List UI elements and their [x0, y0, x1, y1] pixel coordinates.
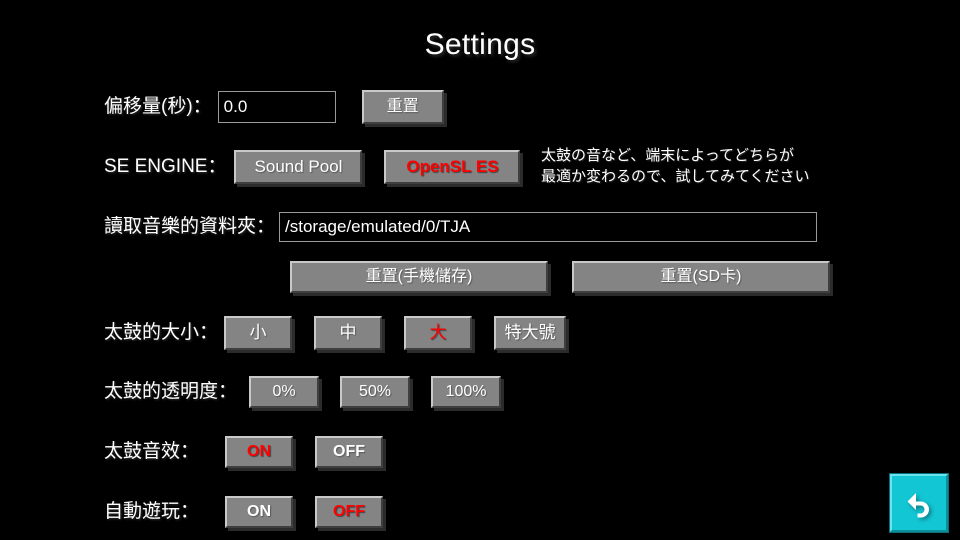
se-engine-option-sound-pool[interactable]: Sound Pool — [234, 150, 363, 184]
auto-play-label: 自動遊玩： — [104, 501, 200, 522]
drum-opacity-option-50[interactable]: 50% — [340, 376, 411, 408]
back-arrow-icon — [902, 486, 936, 520]
drum-size-option-large[interactable]: 大 — [404, 316, 473, 350]
row-drum-opacity: 太鼓的透明度： 0% 50% 100% — [104, 376, 502, 408]
row-se-engine: SE ENGINE： Sound Pool OpenSL ES — [104, 150, 521, 184]
music-folder-input[interactable] — [279, 212, 818, 242]
back-button[interactable] — [890, 474, 948, 532]
se-engine-hint-line2: 最適か変わるので、試してみてください — [541, 168, 810, 185]
reset-internal-storage-button[interactable]: 重置(手機儲存) — [290, 261, 548, 293]
row-music-folder: 讀取音樂的資料夾： — [104, 212, 818, 242]
row-offset: 偏移量(秒)： 重置 — [104, 90, 444, 124]
row-folder-reset: 重置(手機儲存) 重置(SD卡) — [290, 261, 830, 293]
drum-opacity-option-0[interactable]: 0% — [249, 376, 320, 408]
offset-label: 偏移量(秒)： — [104, 96, 212, 117]
drum-opacity-label: 太鼓的透明度： — [104, 381, 238, 402]
page-title: Settings — [424, 28, 536, 61]
drum-size-option-extra-large[interactable]: 特大號 — [494, 316, 567, 350]
drum-size-option-medium[interactable]: 中 — [314, 316, 383, 350]
drum-opacity-option-100[interactable]: 100% — [431, 376, 502, 408]
row-drum-size: 太鼓的大小： 小 中 大 特大號 — [104, 316, 567, 350]
drum-size-option-small[interactable]: 小 — [224, 316, 293, 350]
reset-sd-card-button[interactable]: 重置(SD卡) — [572, 261, 830, 293]
auto-play-option-off[interactable]: OFF — [315, 496, 384, 528]
music-folder-label: 讀取音樂的資料夾： — [104, 216, 276, 237]
row-drum-sound: 太鼓音效： ON OFF — [104, 436, 384, 468]
auto-play-option-on[interactable]: ON — [225, 496, 294, 528]
drum-size-label: 太鼓的大小： — [104, 322, 219, 343]
settings-screen: Settings 偏移量(秒)： 重置 SE ENGINE： Sound Poo… — [0, 0, 960, 540]
drum-sound-label: 太鼓音效： — [104, 441, 200, 462]
se-engine-hint-line1: 太鼓の音など、端末によってどちらが — [541, 147, 795, 164]
se-engine-option-opensl-es[interactable]: OpenSL ES — [384, 150, 521, 184]
row-auto-play: 自動遊玩： ON OFF — [104, 496, 384, 528]
offset-input[interactable] — [217, 91, 336, 123]
drum-sound-option-on[interactable]: ON — [225, 436, 294, 468]
offset-reset-button[interactable]: 重置 — [361, 90, 444, 124]
drum-sound-option-off[interactable]: OFF — [315, 436, 384, 468]
se-engine-label: SE ENGINE： — [104, 156, 227, 177]
